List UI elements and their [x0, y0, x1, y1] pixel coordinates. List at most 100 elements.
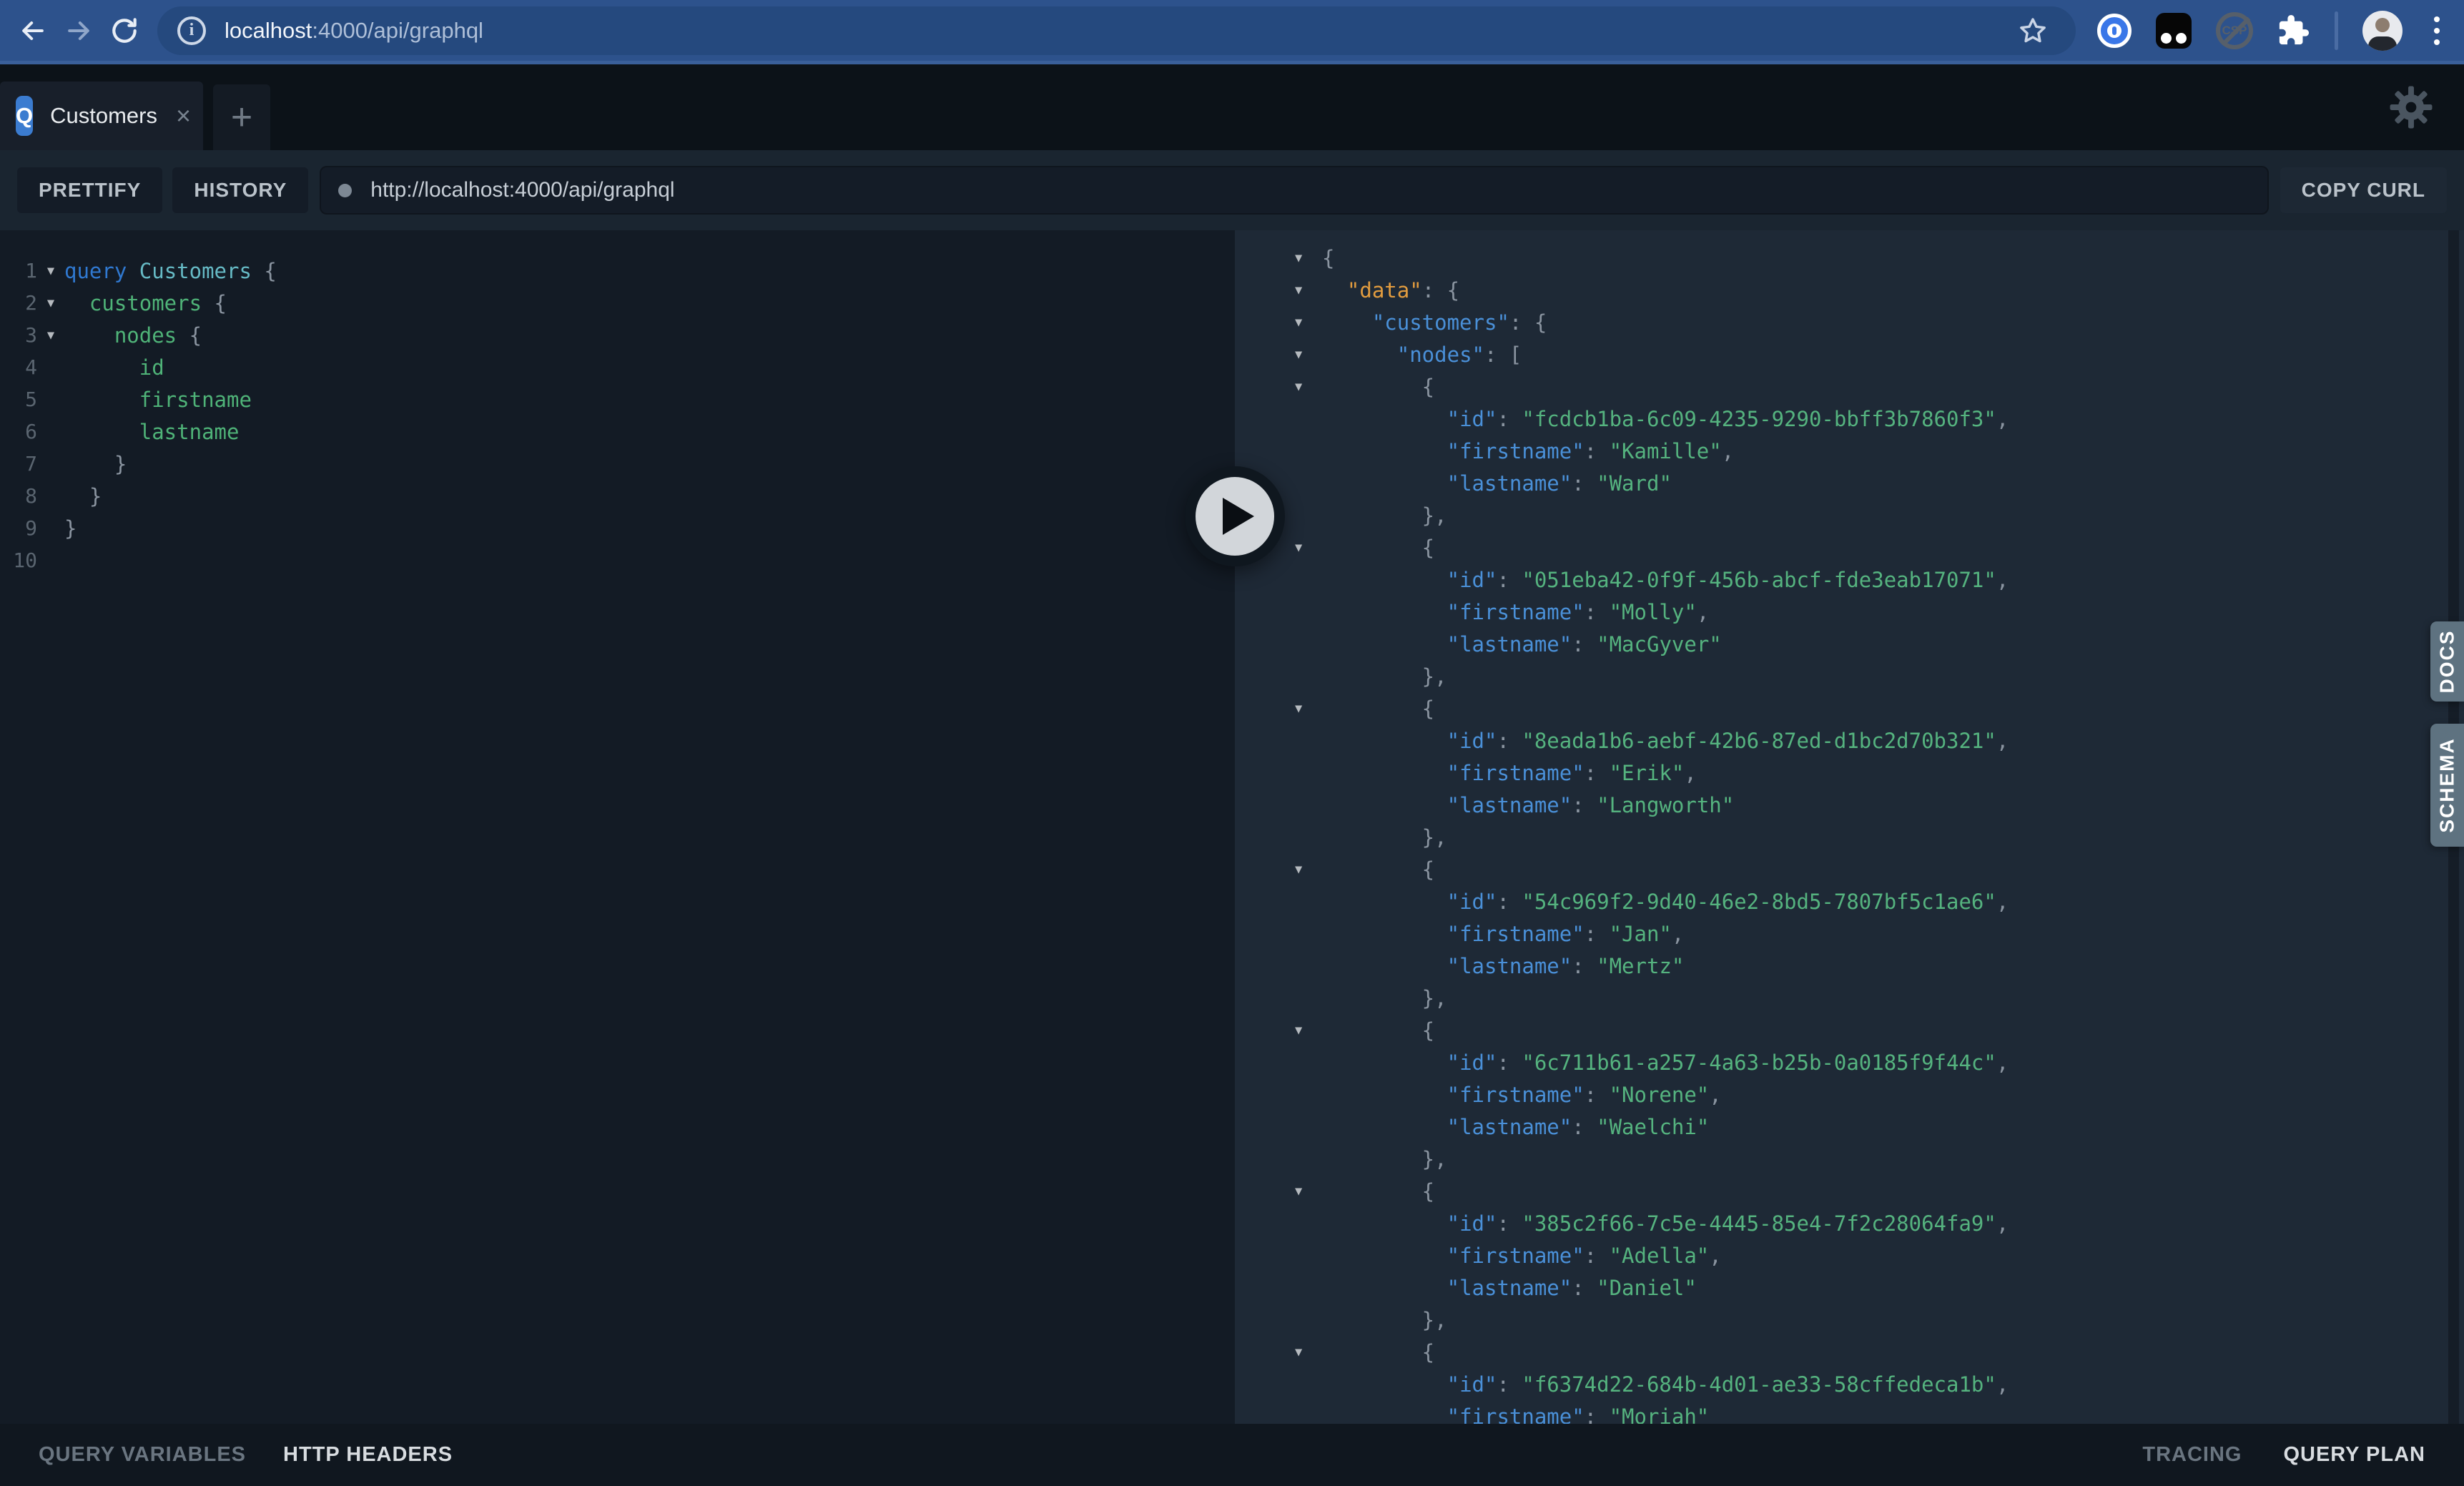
tab-customers[interactable]: Q Customers × [0, 82, 203, 150]
token: "Adella" [1610, 1244, 1710, 1268]
copy-curl-button[interactable]: COPY CURL [2280, 167, 2447, 213]
token: : [1497, 890, 1522, 914]
tab-close-icon[interactable]: × [176, 103, 191, 129]
address-bar[interactable]: i localhost:4000/api/graphql [157, 6, 2076, 55]
token: "firstname" [1447, 761, 1585, 785]
token [1322, 890, 1447, 914]
code-line: 3▼ nodes { [0, 319, 1235, 351]
token [64, 291, 89, 315]
token: "Ward" [1597, 471, 1672, 496]
fold-arrow-icon[interactable]: ▼ [37, 264, 64, 278]
token: : [1572, 632, 1597, 656]
fold-arrow-icon[interactable]: ▼ [1295, 315, 1322, 330]
fold-arrow-icon[interactable]: ▼ [1295, 1184, 1322, 1199]
code-line: "id": "051eba42-0f9f-456b-abcf-fde3eab17… [1235, 564, 2464, 596]
query-variables-tab[interactable]: QUERY VARIABLES [39, 1443, 246, 1467]
token: : [1585, 600, 1610, 624]
fold-arrow-icon[interactable]: ▼ [1295, 251, 1322, 265]
fold-arrow-icon[interactable]: ▼ [1295, 1023, 1322, 1038]
code-line: 9} [0, 512, 1235, 544]
new-tab-button[interactable]: + [213, 84, 270, 150]
code-line: }, [1235, 982, 2464, 1014]
password-manager-extension-icon[interactable] [2097, 14, 2132, 48]
token [1322, 1244, 1447, 1268]
code-line: "lastname": "Langworth" [1235, 789, 2464, 821]
token: "id" [1447, 1211, 1497, 1236]
schema-side-tab[interactable]: SCHEMA [2430, 724, 2464, 847]
line-number: 6 [0, 420, 37, 443]
endpoint-input[interactable] [370, 178, 2249, 202]
code-line: 4 id [0, 351, 1235, 383]
dark-extension-icon[interactable] [2156, 13, 2192, 49]
code-line: "lastname": "Mertz" [1235, 950, 2464, 982]
token: : [1585, 1083, 1610, 1107]
fold-arrow-icon[interactable]: ▼ [1295, 1345, 1322, 1359]
prettify-button[interactable]: PRETTIFY [17, 167, 162, 213]
token: "lastname" [1447, 1115, 1572, 1139]
fold-arrow-icon[interactable]: ▼ [1295, 380, 1322, 394]
code-line: "lastname": "MacGyver" [1235, 628, 2464, 660]
token [127, 259, 139, 283]
fold-arrow-icon[interactable]: ▼ [1295, 702, 1322, 716]
fold-arrow-icon[interactable]: ▼ [37, 296, 64, 310]
token: : [1585, 761, 1610, 785]
fold-arrow-icon[interactable]: ▼ [1295, 348, 1322, 362]
reload-icon[interactable] [102, 8, 147, 54]
tracing-tab[interactable]: TRACING [2142, 1443, 2242, 1467]
token: firstname [139, 388, 252, 412]
settings-gear-icon[interactable] [2387, 83, 2435, 132]
token: : [1497, 568, 1522, 592]
token: : [1585, 922, 1610, 946]
code-line: ▼{ [1235, 242, 2464, 274]
extensions-puzzle-icon[interactable] [2277, 8, 2310, 54]
token: , [1996, 407, 2009, 431]
token: : [1497, 407, 1522, 431]
token: , [1672, 922, 1684, 946]
code-line: ▼ "data": { [1235, 274, 2464, 306]
code-line: 2▼ customers { [0, 287, 1235, 319]
token: : [1572, 1276, 1597, 1300]
code-line: "firstname": "Norene", [1235, 1078, 2464, 1111]
profile-avatar[interactable] [2362, 11, 2403, 51]
token: "lastname" [1447, 954, 1572, 978]
back-icon[interactable] [10, 8, 56, 54]
query-editor[interactable]: 1▼query Customers {2▼ customers {3▼ node… [0, 230, 1235, 1424]
query-editor-lines: 1▼query Customers {2▼ customers {3▼ node… [0, 255, 1235, 576]
query-plan-tab[interactable]: QUERY PLAN [2283, 1443, 2425, 1467]
fold-arrow-icon[interactable]: ▼ [1295, 283, 1322, 297]
docs-side-tab[interactable]: DOCS [2430, 621, 2464, 702]
forward-icon[interactable] [56, 8, 102, 54]
token: , [1709, 1083, 1721, 1107]
token: "Mertz" [1597, 954, 1684, 978]
code-line: "lastname": "Waelchi" [1235, 1111, 2464, 1143]
token [1322, 922, 1447, 946]
fold-arrow-icon[interactable]: ▼ [37, 328, 64, 343]
browser-menu-icon[interactable] [2427, 16, 2447, 45]
token: { [1322, 536, 1434, 560]
fold-arrow-icon[interactable]: ▼ [1295, 862, 1322, 877]
token: : [1585, 1244, 1610, 1268]
play-icon [1223, 498, 1254, 535]
code-line: "id": "f6374d22-684b-4d01-ae33-58cffedec… [1235, 1368, 2464, 1400]
token: "id" [1447, 407, 1497, 431]
site-info-icon[interactable]: i [177, 16, 206, 45]
code-line: ▼ { [1235, 692, 2464, 724]
token: "6c711b61-a257-4a63-b25b-0a0185f9f44c" [1522, 1050, 1996, 1075]
token: : [1572, 1115, 1597, 1139]
token: : [1497, 1372, 1522, 1397]
csp-extension-icon[interactable]: CSP [2216, 12, 2253, 49]
history-button[interactable]: HISTORY [172, 167, 308, 213]
token: "data" [1347, 278, 1422, 302]
execute-query-button[interactable] [1185, 466, 1285, 566]
csp-label: CSP [2222, 24, 2247, 38]
line-number: 4 [0, 355, 37, 379]
fold-arrow-icon[interactable]: ▼ [1295, 541, 1322, 555]
token: "lastname" [1447, 471, 1572, 496]
token [1322, 1404, 1447, 1425]
token: "8eada1b6-aebf-42b6-87ed-d1bc2d70b321" [1522, 729, 1996, 753]
token: , [1709, 1244, 1721, 1268]
token: { [1322, 857, 1434, 882]
http-headers-tab[interactable]: HTTP HEADERS [283, 1443, 453, 1467]
token: : [1572, 793, 1597, 817]
bookmark-star-icon[interactable] [2010, 8, 2056, 54]
